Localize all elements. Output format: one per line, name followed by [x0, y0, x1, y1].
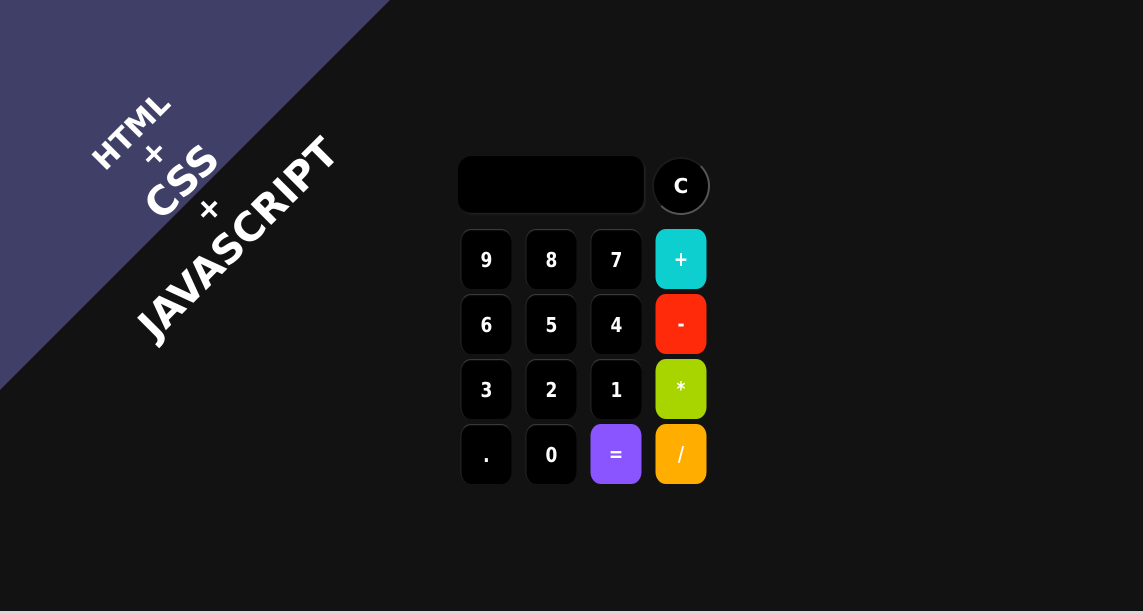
keypad: 9 8 7 +6 5 4- 3 2 1 *. 0 = /	[456, 229, 716, 484]
key-add-button[interactable]: +	[655, 229, 707, 289]
key-digit-0-button[interactable]: 0	[525, 424, 577, 484]
page: HTML + CSS + JAVASCRIPT C 9 8 7 +6 5 4- 3 2 1 *. 0…	[0, 0, 1143, 614]
key-decimal-button[interactable]: .	[460, 424, 512, 484]
key-digit-5-button[interactable]: 5	[525, 294, 577, 354]
key-digit-4-button[interactable]: 4	[590, 294, 642, 354]
key-multiply-button[interactable]: *	[655, 359, 707, 419]
key-equals-button[interactable]: =	[590, 424, 642, 484]
calculator: C 9 8 7 +6 5 4- 3 2 1 *. 0 = /	[456, 155, 714, 487]
key-digit-6-button[interactable]: 6	[460, 294, 512, 354]
key-divide-button[interactable]: /	[655, 424, 707, 484]
calculator-display	[458, 156, 645, 214]
key-digit-8-button[interactable]: 8	[525, 229, 577, 289]
corner-banner-graphic: HTML + CSS + JAVASCRIPT	[0, 0, 390, 390]
corner-banner: HTML + CSS + JAVASCRIPT	[0, 0, 390, 390]
key-digit-1-button[interactable]: 1	[590, 359, 642, 419]
key-subtract-button[interactable]: -	[655, 294, 707, 354]
key-digit-9-button[interactable]: 9	[460, 229, 512, 289]
clear-button[interactable]: C	[652, 157, 710, 215]
key-digit-3-button[interactable]: 3	[460, 359, 512, 419]
key-digit-2-button[interactable]: 2	[525, 359, 577, 419]
key-digit-7-button[interactable]: 7	[590, 229, 642, 289]
